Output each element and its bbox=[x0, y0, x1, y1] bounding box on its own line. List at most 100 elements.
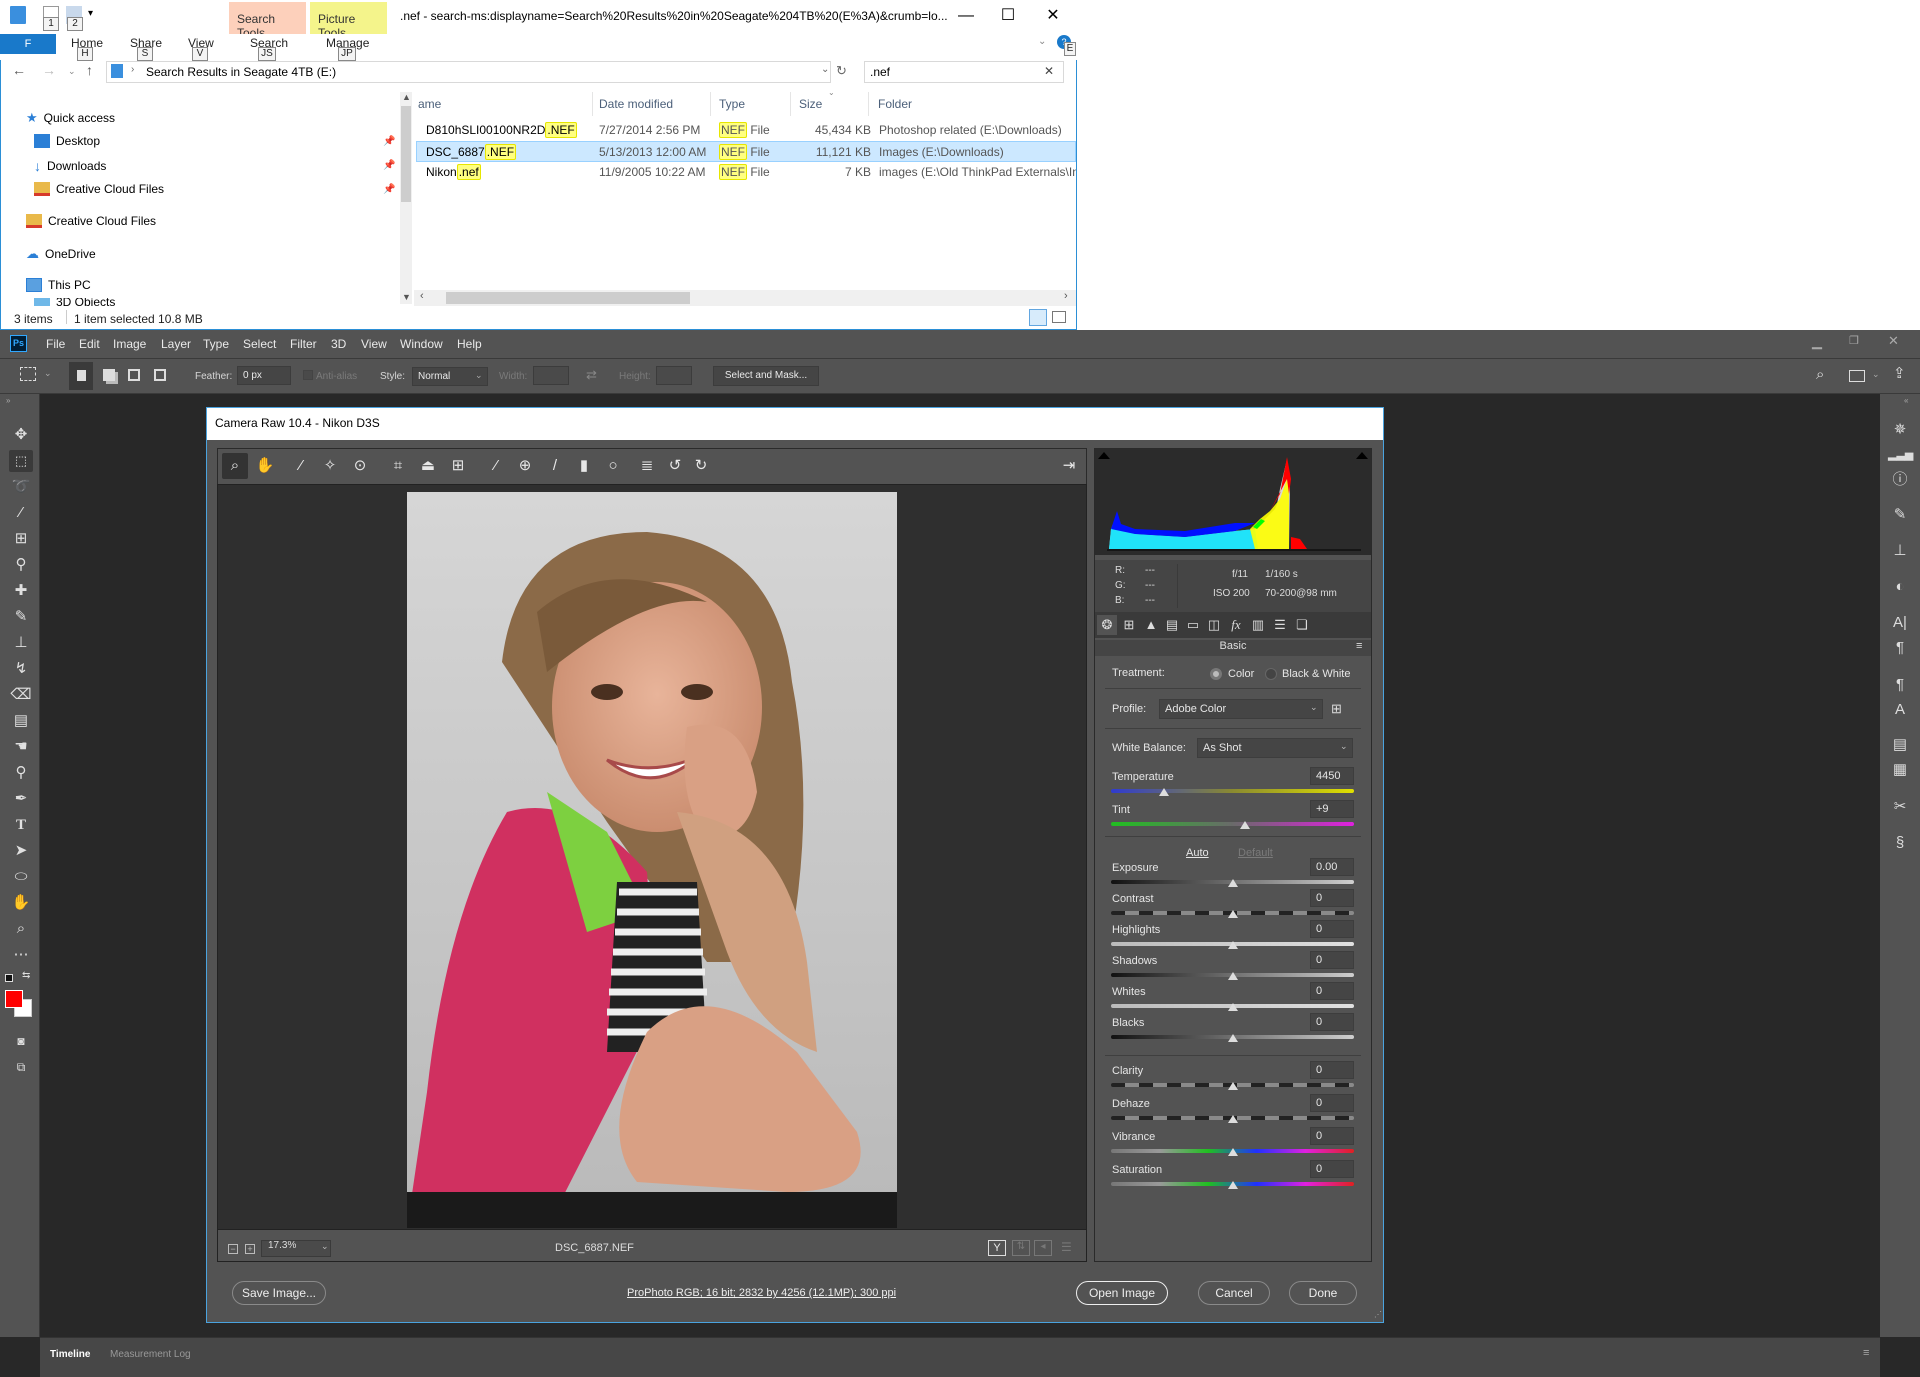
anti-alias-checkbox[interactable] bbox=[303, 370, 313, 380]
whites-slider-thumb[interactable] bbox=[1227, 1003, 1238, 1011]
menu-select[interactable]: Select bbox=[243, 337, 276, 351]
auto-button[interactable]: Auto bbox=[1186, 847, 1209, 859]
tab-detail-icon[interactable]: ▲ bbox=[1141, 615, 1161, 635]
rotate-right-icon[interactable]: ↻ bbox=[688, 453, 714, 479]
file-row[interactable]: D810hSLI00100NR2D .NEF 7/27/2014 2:56 PM … bbox=[416, 120, 1076, 141]
tab-search-tools[interactable]: Search Tools bbox=[229, 2, 306, 40]
shadows-value-input[interactable]: 0 bbox=[1310, 951, 1354, 969]
menu-help[interactable]: Help bbox=[457, 337, 482, 351]
dehaze-slider-thumb[interactable] bbox=[1227, 1115, 1238, 1123]
search-input[interactable] bbox=[864, 61, 1064, 83]
ellipse-tool-icon[interactable]: ⬭ bbox=[9, 866, 33, 888]
close-button[interactable]: ✕ bbox=[1033, 4, 1073, 28]
select-and-mask-button[interactable]: Select and Mask... bbox=[713, 366, 819, 386]
menu-file[interactable]: File bbox=[46, 337, 65, 351]
actions-icon[interactable]: § bbox=[1888, 832, 1912, 854]
menu-3d[interactable]: 3D bbox=[331, 337, 346, 351]
preferences-icon[interactable]: ≣ bbox=[634, 453, 660, 479]
paragraph-icon[interactable]: ¶ bbox=[1888, 637, 1912, 659]
column-header-type[interactable]: Type bbox=[719, 97, 745, 111]
forward-arrow-icon[interactable]: → bbox=[42, 62, 56, 78]
nav-item-creative-cloud-files-root[interactable]: Creative Cloud Files bbox=[26, 214, 156, 228]
edit-toolbar-icon[interactable]: ⋯ bbox=[9, 944, 33, 966]
file-row[interactable]: Nikon .nef 11/9/2005 10:22 AM NEF File 7 … bbox=[416, 162, 1076, 183]
swap-dimensions-icon[interactable]: ⇄ bbox=[586, 367, 597, 383]
menu-layer[interactable]: Layer bbox=[161, 337, 191, 351]
column-divider[interactable] bbox=[790, 92, 791, 116]
color-sampler-tool-icon[interactable]: ✧ bbox=[317, 453, 343, 479]
gradient-tool-icon[interactable]: ▤ bbox=[9, 710, 33, 732]
resize-grip-icon[interactable]: ⋰ bbox=[1374, 1310, 1382, 1319]
chevron-down-icon[interactable]: ⌄ bbox=[44, 368, 52, 379]
subtract-from-selection-icon[interactable] bbox=[128, 369, 140, 381]
navigator-icon[interactable]: ✵ bbox=[1888, 419, 1912, 441]
crop-tool-icon[interactable]: ⌗ bbox=[385, 453, 411, 479]
default-colors-icon[interactable] bbox=[5, 974, 13, 982]
swap-before-after-icon[interactable]: ⇅ bbox=[1012, 1240, 1030, 1256]
targeted-adjustment-tool-icon[interactable]: ⊙ bbox=[347, 453, 373, 479]
width-input[interactable] bbox=[533, 366, 569, 385]
ps-restore-button[interactable]: ❐ bbox=[1849, 334, 1859, 347]
menu-window[interactable]: Window bbox=[400, 337, 443, 351]
character-styles-icon[interactable]: A bbox=[1888, 699, 1912, 721]
nav-item-this-pc[interactable]: This PC bbox=[26, 278, 91, 292]
type-tool-icon[interactable]: T bbox=[9, 814, 33, 836]
zoom-tool-icon[interactable]: ⌕ bbox=[222, 453, 248, 479]
before-after-view-icon[interactable]: Y bbox=[988, 1240, 1006, 1256]
expand-panel-icon[interactable]: » bbox=[6, 396, 10, 405]
menu-filter[interactable]: Filter bbox=[290, 337, 317, 351]
scroll-left-icon[interactable]: ‹ bbox=[420, 290, 424, 302]
toggle-fullscreen-icon[interactable]: ⇥ bbox=[1056, 453, 1082, 479]
move-tool-icon[interactable]: ✥ bbox=[9, 424, 33, 446]
treatment-color-radio[interactable] bbox=[1210, 668, 1222, 680]
menu-edit[interactable]: Edit bbox=[79, 337, 100, 351]
minimize-button[interactable]: — bbox=[946, 4, 986, 28]
nav-pane-scroll-thumb[interactable] bbox=[401, 106, 411, 202]
vibrance-value-input[interactable]: 0 bbox=[1310, 1127, 1354, 1145]
open-image-button[interactable]: Open Image bbox=[1076, 1281, 1168, 1305]
highlight-clipping-icon[interactable] bbox=[1356, 452, 1368, 459]
crop-frame-tool-icon[interactable]: ⊞ bbox=[9, 528, 33, 550]
expand-ribbon-icon[interactable]: ⌄ bbox=[1038, 36, 1046, 47]
ps-minimize-button[interactable]: ▁ bbox=[1812, 334, 1822, 350]
scroll-right-icon[interactable]: › bbox=[1064, 290, 1068, 302]
radial-filter-icon[interactable]: ○ bbox=[600, 453, 626, 479]
cancel-button[interactable]: Cancel bbox=[1198, 1281, 1270, 1305]
adjustments-icon[interactable]: ◐ bbox=[1888, 576, 1912, 598]
column-divider[interactable] bbox=[710, 92, 711, 116]
highlights-value-input[interactable]: 0 bbox=[1310, 920, 1354, 938]
panel-menu-icon[interactable]: ≡ bbox=[1356, 640, 1362, 652]
height-input[interactable] bbox=[656, 366, 692, 385]
notes-icon[interactable]: ▦ bbox=[1888, 759, 1912, 781]
column-header-name[interactable]: ame bbox=[418, 97, 441, 111]
breadcrumb-chevron-icon[interactable]: › bbox=[131, 64, 134, 75]
temperature-value-input[interactable]: 4450 bbox=[1310, 767, 1354, 785]
tab-timeline[interactable]: Timeline bbox=[50, 1349, 90, 1360]
straighten-tool-icon[interactable]: ⏏ bbox=[415, 453, 441, 479]
scroll-down-icon[interactable]: ▼ bbox=[402, 292, 411, 302]
tool-presets-icon[interactable]: ✂ bbox=[1888, 796, 1912, 818]
tab-basic-icon[interactable]: ❂ bbox=[1097, 615, 1117, 635]
tab-picture-tools[interactable]: Picture Tools bbox=[310, 2, 387, 40]
done-button[interactable]: Done bbox=[1289, 1281, 1357, 1305]
blur-tool-icon[interactable]: ☚ bbox=[9, 736, 33, 758]
column-header-size[interactable]: Size bbox=[799, 97, 822, 111]
tab-tone-curve-icon[interactable]: ⊞ bbox=[1119, 615, 1139, 635]
spot-removal-tool-icon[interactable]: ⁄ bbox=[483, 453, 509, 479]
zoom-in-button[interactable]: + bbox=[245, 1244, 255, 1254]
whites-value-input[interactable]: 0 bbox=[1310, 982, 1354, 1000]
tab-snapshots-icon[interactable]: ❏ bbox=[1292, 615, 1312, 635]
nav-item-3d-objects[interactable]: 3D Objects bbox=[34, 298, 115, 306]
tint-value-input[interactable]: +9 bbox=[1310, 800, 1354, 818]
tab-hsl-icon[interactable]: ▤ bbox=[1162, 615, 1182, 635]
refresh-icon[interactable]: ↻ bbox=[836, 63, 847, 79]
default-button[interactable]: Default bbox=[1238, 847, 1273, 859]
info-icon[interactable]: ⓘ bbox=[1888, 469, 1912, 491]
horizontal-scroll-thumb[interactable] bbox=[446, 292, 690, 304]
rotate-view-tool-icon[interactable]: ✋ bbox=[9, 892, 33, 914]
collapse-panels-icon[interactable]: « bbox=[1904, 396, 1908, 405]
tab-split-toning-icon[interactable]: ▭ bbox=[1183, 615, 1203, 635]
white-balance-tool-icon[interactable]: ⁄ bbox=[288, 453, 314, 479]
highlights-slider-thumb[interactable] bbox=[1227, 941, 1238, 949]
white-balance-dropdown[interactable]: As Shot bbox=[1197, 738, 1353, 758]
